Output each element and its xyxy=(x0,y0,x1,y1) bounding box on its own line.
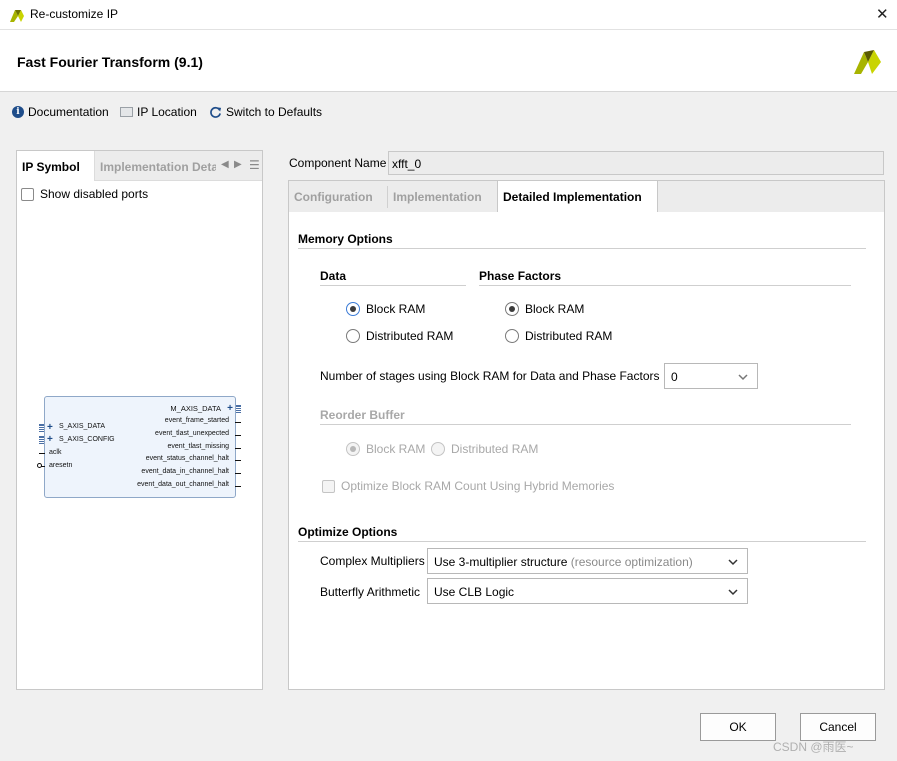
watermark: CSDN @雨医~ xyxy=(773,740,854,754)
complex-multipliers-label: Complex Multipliers xyxy=(320,554,425,568)
port-event-data-in-channel-halt: event_data_in_channel_halt xyxy=(141,468,229,475)
switch-defaults-label: Switch to Defaults xyxy=(226,105,323,119)
phase-distributed-ram-option[interactable]: Distributed RAM xyxy=(505,329,612,343)
reorder-distributed-ram-radio xyxy=(431,442,445,456)
bus-port-icon xyxy=(236,405,241,413)
port-aresetn: aresetn xyxy=(49,462,73,469)
butterfly-arithmetic-label: Butterfly Arithmetic xyxy=(320,585,421,599)
left-tabbar: IP Symbol Implementation Deta ◀ ▶ ☰ xyxy=(17,151,262,181)
hybrid-memories-option: Optimize Block RAM Count Using Hybrid Me… xyxy=(322,479,614,493)
show-disabled-ports-label: Show disabled ports xyxy=(40,187,149,201)
port-event-frame-started: event_frame_started xyxy=(164,417,229,424)
tab-scroll-left-icon[interactable]: ◀ xyxy=(221,159,229,170)
hybrid-memories-label: Optimize Block RAM Count Using Hybrid Me… xyxy=(341,479,615,493)
tab-implementation[interactable]: Implementation xyxy=(388,181,498,212)
documentation-label: Documentation xyxy=(28,105,109,119)
ip-location-label: IP Location xyxy=(137,105,197,119)
phase-block-ram-radio[interactable] xyxy=(505,302,519,316)
tab-implementation-label: Implementation xyxy=(393,190,482,204)
port-event-status-channel-halt: event_status_channel_halt xyxy=(145,455,229,462)
tab-detailed-implementation-label: Detailed Implementation xyxy=(503,190,642,204)
data-block-ram-radio[interactable] xyxy=(346,302,360,316)
tab-detailed-implementation[interactable]: Detailed Implementation xyxy=(497,181,658,212)
ip-symbol-panel: IP Symbol Implementation Deta ◀ ▶ ☰ Show… xyxy=(16,150,263,690)
memory-options-title: Memory Options xyxy=(298,232,393,246)
vivado-logo-icon xyxy=(854,50,881,74)
refresh-icon xyxy=(210,106,222,118)
show-disabled-ports-row[interactable]: Show disabled ports xyxy=(21,187,148,201)
ip-symbol-block: M_AXIS_DATA + event_frame_started event_… xyxy=(37,396,241,498)
reorder-buffer-title: Reorder Buffer xyxy=(320,408,405,422)
tab-configuration-label: Configuration xyxy=(294,190,373,204)
port-s-axis-config: S_AXIS_CONFIG xyxy=(59,436,115,443)
reorder-block-ram-label: Block RAM xyxy=(366,442,426,456)
phase-factors-title: Phase Factors xyxy=(479,269,562,283)
data-block-ram-option[interactable]: Block RAM xyxy=(346,302,425,316)
info-icon: i xyxy=(12,106,24,118)
data-title: Data xyxy=(320,269,347,283)
folder-icon xyxy=(120,107,133,117)
active-low-icon xyxy=(37,463,42,468)
stages-label: Number of stages using Block RAM for Dat… xyxy=(320,369,660,383)
port-event-tlast-unexpected: event_tlast_unexpected xyxy=(155,430,229,437)
butterfly-arithmetic-select[interactable]: Use CLB Logic xyxy=(427,578,748,604)
bus-port-icon xyxy=(39,436,44,444)
complex-multipliers-value-wrap: Use 3-multiplier structure (resource opt… xyxy=(434,555,693,569)
close-icon[interactable]: ✕ xyxy=(876,5,889,23)
phase-distributed-ram-label: Distributed RAM xyxy=(525,329,613,343)
ip-title: Fast Fourier Transform (9.1) xyxy=(17,54,203,70)
reorder-distributed-ram-option: Distributed RAM xyxy=(431,442,538,456)
stages-select[interactable]: 0 xyxy=(664,363,758,389)
component-name-label: Component Name xyxy=(289,156,387,170)
tab-configuration[interactable]: Configuration xyxy=(289,181,387,212)
ip-location-link[interactable]: IP Location xyxy=(120,104,197,120)
phase-distributed-ram-radio[interactable] xyxy=(505,329,519,343)
reorder-block-ram-option: Block RAM xyxy=(346,442,425,456)
ok-button[interactable]: OK xyxy=(700,713,776,741)
port-aclk: aclk xyxy=(49,449,62,456)
complex-multipliers-value: Use 3-multiplier structure xyxy=(434,555,568,569)
port-s-axis-data: S_AXIS_DATA xyxy=(59,423,106,430)
tab-ip-symbol-label: IP Symbol xyxy=(22,160,80,174)
port-event-tlast-missing: event_tlast_missing xyxy=(167,443,229,450)
switch-defaults-link[interactable]: Switch to Defaults xyxy=(209,104,322,120)
window-title: Re-customize IP xyxy=(30,7,119,21)
data-block-ram-label: Block RAM xyxy=(366,302,426,316)
data-distributed-ram-label: Distributed RAM xyxy=(366,329,454,343)
complex-multipliers-select[interactable]: Use 3-multiplier structure (resource opt… xyxy=(427,548,748,574)
show-disabled-ports-checkbox[interactable] xyxy=(21,187,34,201)
cancel-button[interactable]: Cancel xyxy=(800,713,876,741)
tab-implementation-details[interactable]: Implementation Deta xyxy=(100,160,216,174)
data-distributed-ram-option[interactable]: Distributed RAM xyxy=(346,329,453,343)
tab-menu-icon[interactable]: ☰ xyxy=(249,158,260,172)
settings-panel: Configuration Implementation Detailed Im… xyxy=(288,180,885,690)
optimize-options-title: Optimize Options xyxy=(298,525,398,539)
tab-ip-symbol[interactable]: IP Symbol xyxy=(17,151,95,181)
phase-block-ram-label: Block RAM xyxy=(525,302,585,316)
title-bar: Re-customize IP ✕ xyxy=(0,0,897,30)
reorder-block-ram-radio xyxy=(346,442,360,456)
detailed-implementation-content: Memory Options Data Phase Factors Block … xyxy=(289,212,884,689)
port-m-axis-data: M_AXIS_DATA xyxy=(170,404,221,413)
stages-value: 0 xyxy=(671,370,678,384)
bus-port-icon xyxy=(39,424,44,432)
vivado-logo-icon xyxy=(10,10,24,22)
hybrid-memories-checkbox xyxy=(322,479,335,493)
expand-port-icon[interactable]: + xyxy=(227,404,233,414)
documentation-link[interactable]: i Documentation xyxy=(12,104,109,120)
data-distributed-ram-radio[interactable] xyxy=(346,329,360,343)
butterfly-arithmetic-value: Use CLB Logic xyxy=(434,585,515,599)
complex-multipliers-hint: (resource optimization) xyxy=(570,555,693,569)
expand-port-icon[interactable]: + xyxy=(47,423,53,433)
dialog-header: Fast Fourier Transform (9.1) xyxy=(0,30,897,92)
phase-block-ram-option[interactable]: Block RAM xyxy=(505,302,584,316)
chevron-down-icon xyxy=(728,559,738,566)
expand-port-icon[interactable]: + xyxy=(47,435,53,445)
reorder-distributed-ram-label: Distributed RAM xyxy=(451,442,539,456)
tab-scroll-right-icon[interactable]: ▶ xyxy=(234,159,242,170)
chevron-down-icon xyxy=(738,374,748,381)
port-event-data-out-channel-halt: event_data_out_channel_halt xyxy=(137,481,229,488)
component-name-field[interactable]: xfft_0 xyxy=(388,151,884,175)
chevron-down-icon xyxy=(728,589,738,596)
